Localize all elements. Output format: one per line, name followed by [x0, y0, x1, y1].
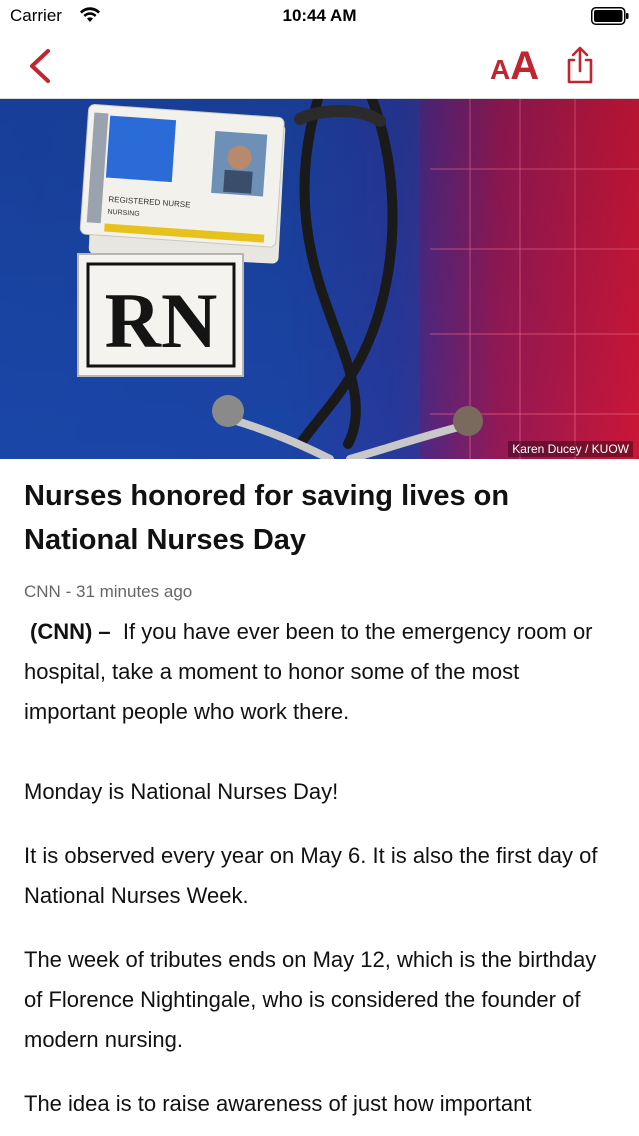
font-size-large-icon: A — [510, 44, 540, 88]
rn-badge-text: RN — [105, 277, 218, 364]
font-size-button[interactable]: AA — [490, 44, 539, 88]
share-icon — [567, 46, 593, 84]
article-body: (CNN) – If you have ever been to the eme… — [24, 612, 616, 1124]
meta-separator: - — [65, 582, 72, 601]
back-button[interactable] — [22, 48, 62, 84]
article-paragraph: The idea is to raise awareness of just h… — [24, 1091, 532, 1116]
article-time-ago: 31 minutes ago — [75, 582, 193, 601]
article-hero-image: REGISTERED NURSE NURSING RN Karen Ducey … — [0, 99, 639, 459]
battery-icon — [591, 7, 629, 25]
article-title: Nurses honored for saving lives on Natio… — [24, 480, 510, 556]
article-paragraph: Monday is National Nurses Day! — [24, 779, 339, 804]
clock-time: 10:44 AM — [282, 6, 357, 25]
status-bar: Carrier 10:44 AM — [0, 0, 639, 34]
article-paragraph: It is observed every year on May 6. It i… — [24, 843, 598, 908]
article-paragraph: The week of tributes ends on May 12, whi… — [24, 947, 597, 1052]
article-meta: CNN - 31 minutes ago — [24, 582, 192, 602]
share-button[interactable] — [560, 46, 600, 86]
lead-paragraph: (CNN) – If you have ever been to the eme… — [24, 612, 616, 732]
font-size-small-icon: A — [490, 54, 511, 85]
article-source: CNN — [24, 582, 61, 601]
photo-credit: Karen Ducey / KUOW — [508, 441, 633, 457]
navigation-bar: AA — [0, 34, 639, 99]
lead-dateline: (CNN) – — [30, 619, 111, 644]
chevron-left-icon — [30, 49, 50, 83]
hero-photo: REGISTERED NURSE NURSING RN — [0, 99, 639, 459]
